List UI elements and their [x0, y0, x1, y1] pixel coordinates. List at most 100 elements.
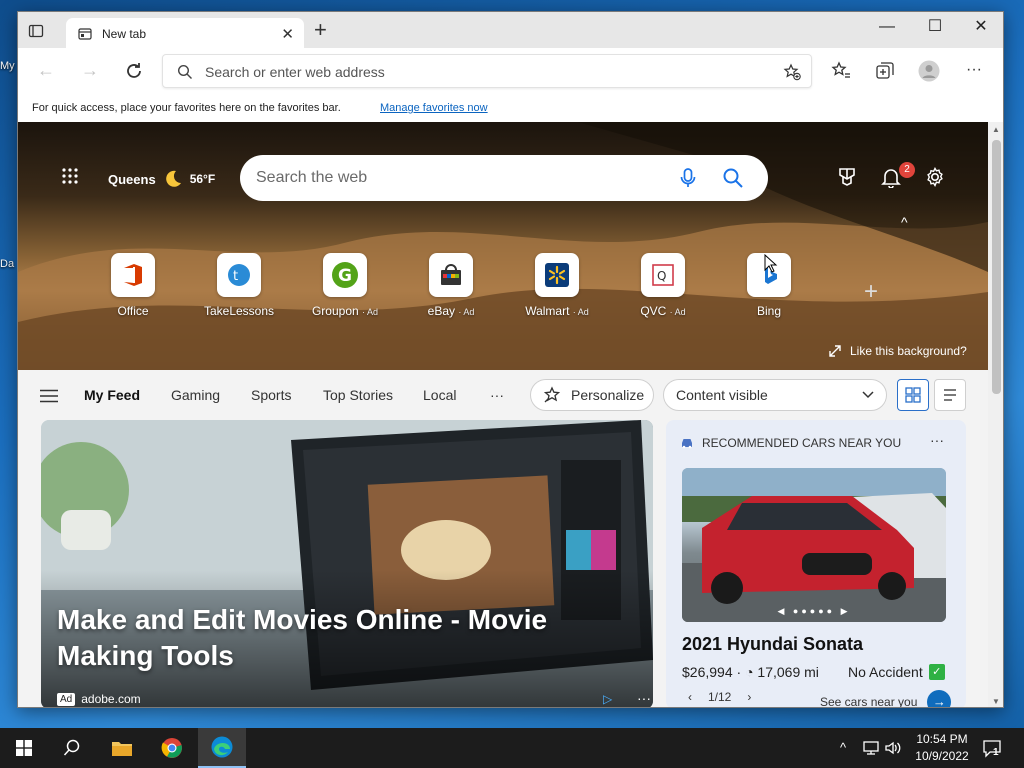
tab-new-tab[interactable]: New tab ✕: [66, 18, 304, 48]
chrome-button[interactable]: [148, 728, 196, 768]
web-search-box[interactable]: [240, 155, 768, 201]
feed-navigation: My Feed Gaming Sports Top Stories Local …: [18, 370, 988, 420]
page-scrollbar[interactable]: ▲ ▼: [988, 122, 1003, 707]
system-clock[interactable]: 10:54 PM 10/9/2022: [906, 731, 978, 765]
scroll-up-arrow-icon[interactable]: ▲: [992, 125, 1000, 134]
tab-actions-icon[interactable]: [28, 23, 44, 39]
source-domain: adobe.com: [81, 692, 141, 706]
quick-link-label: eBay: [427, 304, 455, 318]
more-tabs-button[interactable]: ···: [490, 387, 504, 403]
next-car-button[interactable]: ›: [747, 690, 751, 704]
collapse-chevron-icon[interactable]: ^: [901, 214, 908, 230]
page-settings-gear-icon[interactable]: [924, 166, 946, 188]
show-hidden-icons-button[interactable]: ^: [840, 740, 846, 755]
back-button[interactable]: ←: [34, 59, 58, 83]
apps-grid-icon[interactable]: [62, 168, 78, 184]
minimize-button[interactable]: —: [864, 16, 910, 40]
quick-link-ebay[interactable]: eBay · Ad: [411, 253, 491, 318]
search-icon[interactable]: [722, 167, 744, 189]
grid-view-icon: [905, 387, 921, 403]
personalize-star-icon: [543, 386, 561, 403]
list-view-button[interactable]: [934, 379, 966, 411]
maximize-button[interactable]: ☐: [912, 16, 958, 40]
quick-link-walmart[interactable]: Walmart · Ad: [517, 253, 597, 318]
address-bar[interactable]: [162, 54, 812, 88]
hamburger-menu-icon[interactable]: [40, 389, 58, 403]
list-view-icon: [944, 389, 956, 401]
no-accident-label: No Accident: [848, 664, 923, 680]
network-icon[interactable]: [862, 740, 880, 756]
scroll-down-arrow-icon[interactable]: ▼: [992, 697, 1000, 706]
ad-choices-icon[interactable]: ▷: [603, 692, 612, 706]
close-window-button[interactable]: ✕: [958, 16, 1003, 40]
manage-favorites-link[interactable]: Manage favorites now: [380, 102, 488, 114]
collections-icon[interactable]: [874, 60, 896, 82]
car-photo[interactable]: ◀ ●●●●● ▶: [682, 468, 946, 622]
add-site-button[interactable]: +: [864, 278, 878, 306]
see-cars-link[interactable]: See cars near you →: [820, 690, 952, 707]
qvc-icon: Q: [641, 253, 685, 297]
refresh-icon[interactable]: [122, 59, 146, 83]
volume-icon[interactable]: [884, 740, 902, 756]
tab-gaming[interactable]: Gaming: [171, 387, 220, 403]
start-button[interactable]: [0, 728, 48, 768]
quick-link-takelessons[interactable]: t TakeLessons: [199, 253, 279, 318]
favorites-bar: For quick access, place your favorites h…: [18, 94, 1003, 122]
odometer-icon: ◔: [745, 664, 754, 680]
tab-local[interactable]: Local: [423, 387, 456, 403]
forward-button[interactable]: →: [78, 59, 102, 83]
web-search-input[interactable]: [256, 167, 656, 189]
carousel-dots[interactable]: ◀ ●●●●● ▶: [682, 606, 946, 617]
notification-icon: [983, 740, 1001, 758]
add-favorite-icon[interactable]: [783, 63, 801, 81]
cars-card-header: RECOMMENDED CARS NEAR YOU: [680, 436, 901, 450]
tab-sports[interactable]: Sports: [251, 387, 291, 403]
arrow-right-icon: →: [927, 690, 952, 707]
car-price-mileage: $26,994 · ◔ 17,069 mi: [682, 664, 819, 680]
favorites-icon[interactable]: [830, 60, 852, 82]
weather-widget[interactable]: Queens 56°F: [108, 168, 215, 190]
personalize-button[interactable]: Personalize: [530, 379, 654, 411]
quick-link-groupon[interactable]: G Groupon · Ad: [305, 253, 385, 318]
profile-avatar-icon[interactable]: [918, 60, 940, 82]
article-card[interactable]: Make and Edit Movies Online - Movie Maki…: [41, 420, 653, 707]
expand-icon: [829, 345, 841, 357]
notification-count: 1: [993, 747, 999, 758]
desktop-icon-label[interactable]: My: [0, 60, 15, 72]
browser-toolbar: ← → Search or enter web address ···: [18, 48, 1003, 94]
car-mileage: 17,069 mi: [757, 664, 819, 680]
cars-card-title: RECOMMENDED CARS NEAR YOU: [702, 436, 902, 450]
folder-icon: [112, 742, 132, 756]
tab-top-stories[interactable]: Top Stories: [323, 387, 393, 403]
previous-car-button[interactable]: ‹: [688, 690, 692, 704]
grid-view-button[interactable]: [897, 379, 929, 411]
cars-card-more-button[interactable]: ···: [930, 432, 944, 448]
search-button[interactable]: [48, 728, 96, 768]
checkmark-icon: ✓: [928, 664, 945, 680]
settings-more-button[interactable]: ···: [962, 59, 986, 83]
like-background-label: Like this background?: [850, 344, 967, 358]
car-pager-count: 1/12: [708, 690, 732, 704]
quick-link-office[interactable]: Office: [93, 253, 173, 318]
file-explorer-button[interactable]: [98, 728, 146, 768]
edge-icon: [211, 736, 233, 758]
microphone-icon[interactable]: [678, 167, 698, 189]
article-title[interactable]: Make and Edit Movies Online - Movie Maki…: [57, 602, 577, 674]
car-price: $26,994: [682, 664, 733, 680]
new-tab-button[interactable]: +: [314, 18, 327, 42]
tab-close-icon[interactable]: ✕: [281, 25, 294, 43]
edge-button[interactable]: [198, 728, 246, 768]
like-background-button[interactable]: Like this background?: [828, 344, 967, 358]
article-more-button[interactable]: ···: [637, 690, 651, 706]
tab-my-feed[interactable]: My Feed: [84, 387, 140, 403]
chrome-icon: [161, 738, 182, 758]
quick-link-qvc[interactable]: Q QVC · Ad: [623, 253, 703, 318]
content-visibility-dropdown[interactable]: Content visible: [663, 379, 887, 411]
action-center-button[interactable]: 1: [982, 738, 1002, 763]
svg-text:G: G: [338, 266, 352, 286]
scroll-thumb[interactable]: [992, 140, 1001, 394]
address-input[interactable]: [205, 62, 765, 82]
desktop-icon-label[interactable]: Da: [0, 258, 14, 270]
car-title[interactable]: 2021 Hyundai Sonata: [682, 634, 863, 655]
rewards-icon[interactable]: [836, 166, 858, 188]
